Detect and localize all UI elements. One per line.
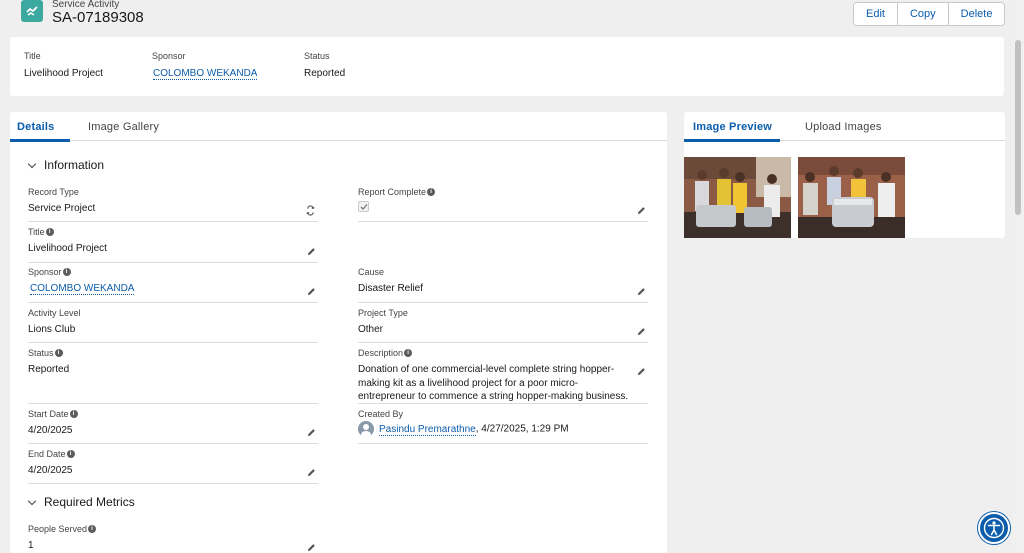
tab-image-preview[interactable]: Image Preview <box>693 121 772 133</box>
info-icon[interactable]: i <box>66 450 75 458</box>
record-actions: Edit Copy Delete <box>853 2 1006 26</box>
field-value: 4/20/2025 <box>28 465 73 476</box>
highlight-title: Title Livelihood Project <box>24 51 103 79</box>
pencil-icon[interactable] <box>307 247 316 256</box>
field-end-date: End Date i 4/20/2025 <box>28 449 318 484</box>
field-people-served: People Served i 1 <box>28 524 318 553</box>
info-icon[interactable]: i <box>62 268 71 276</box>
details-card: Details Image Gallery Information Record… <box>10 112 667 553</box>
info-icon[interactable]: i <box>88 525 97 533</box>
pencil-icon[interactable] <box>637 287 646 296</box>
field-cause: Cause Disaster Relief <box>358 267 648 303</box>
field-title: Title i Livelihood Project <box>28 227 318 263</box>
field-project-type: Project Type Other <box>358 308 648 343</box>
field-sponsor: Sponsor i COLOMBO WEKANDA <box>28 267 318 303</box>
highlight-value: Livelihood Project <box>24 68 103 79</box>
gallery-image[interactable] <box>798 157 905 238</box>
checkbox-icon <box>360 203 367 210</box>
field-value: Pasindu Premarathne, 4/27/2025, 1:29 PM <box>358 421 569 437</box>
highlight-label: Sponsor <box>152 51 186 61</box>
info-icon[interactable]: i <box>45 228 54 236</box>
chevron-down-icon <box>27 496 37 505</box>
field-created-by: Created By Pasindu Premarathne, 4/27/202… <box>358 409 648 444</box>
field-label: Activity Level <box>28 308 81 318</box>
change-record-type-icon[interactable] <box>305 205 316 216</box>
sponsor-link[interactable]: COLOMBO WEKANDA <box>30 283 135 295</box>
pencil-icon[interactable] <box>307 468 316 477</box>
field-value: Other <box>358 324 384 335</box>
pencil-icon[interactable] <box>307 543 316 552</box>
field-value: Reported <box>28 364 70 375</box>
field-label: Sponsor i <box>28 267 71 277</box>
field-activity-level: Activity Level Lions Club <box>28 308 318 343</box>
pencil-icon[interactable] <box>637 327 646 336</box>
accessibility-icon <box>983 517 1005 539</box>
field-label: Cause <box>358 267 385 277</box>
field-value: 4/20/2025 <box>28 425 73 436</box>
field-value: Disaster Relief <box>358 283 424 294</box>
info-icon[interactable]: i <box>404 349 413 357</box>
field-value: 1 <box>28 540 34 551</box>
detail-tabs: Details Image Gallery <box>10 112 667 142</box>
record-name: SA-07189308 <box>52 9 144 26</box>
gallery-image[interactable] <box>684 157 791 238</box>
field-description: Description i Donation of one commercial-… <box>358 348 648 404</box>
highlight-label: Status <box>304 51 330 61</box>
highlight-label: Title <box>24 51 41 61</box>
field-value: Donation of one commercial-level complet… <box>358 364 629 402</box>
scrollbar-thumb[interactable] <box>1015 40 1021 215</box>
highlights-panel: Title Livelihood Project Sponsor COLOMBO… <box>10 37 1004 96</box>
field-label: People Served i <box>28 524 97 534</box>
field-status: Status i Reported <box>28 348 318 404</box>
created-by-user-link[interactable]: Pasindu Premarathne <box>379 423 476 436</box>
field-label: Status i <box>28 348 63 358</box>
report-complete-checkbox <box>358 201 369 212</box>
field-record-type: Record Type Service Project <box>28 187 318 222</box>
info-icon[interactable]: i <box>427 188 436 196</box>
avatar-icon <box>358 421 374 437</box>
pencil-icon[interactable] <box>637 367 646 376</box>
highlight-sponsor: Sponsor COLOMBO WEKANDA <box>152 51 258 80</box>
field-label: Title i <box>28 227 54 237</box>
field-value: Lions Club <box>28 324 76 335</box>
section-title: Information <box>44 158 105 172</box>
field-label: Start Date i <box>28 409 78 419</box>
info-icon[interactable]: i <box>69 410 78 418</box>
highlight-status: Status Reported <box>304 51 345 79</box>
field-report-complete: Report Complete i <box>358 187 648 222</box>
field-label: Report Complete i <box>358 187 436 197</box>
section-title: Required Metrics <box>44 495 135 509</box>
field-label: Created By <box>358 409 404 419</box>
section-required-metrics[interactable]: Required Metrics <box>26 495 135 509</box>
tab-upload-images[interactable]: Upload Images <box>805 121 882 133</box>
pencil-icon[interactable] <box>307 428 316 437</box>
tab-image-gallery[interactable]: Image Gallery <box>88 121 159 133</box>
tab-details[interactable]: Details <box>17 121 54 133</box>
field-label: Description i <box>358 348 413 358</box>
section-information[interactable]: Information <box>26 158 104 172</box>
chevron-down-icon <box>27 159 37 168</box>
highlight-value: Reported <box>304 68 346 79</box>
page-header: Service Activity SA-07189308 Edit Copy D… <box>0 0 1012 30</box>
sponsor-link[interactable]: COLOMBO WEKANDA <box>153 68 258 80</box>
gallery-tabs: Image Preview Upload Images <box>684 112 1005 142</box>
active-tab-indicator <box>10 139 70 142</box>
field-label: Project Type <box>358 308 408 318</box>
copy-button[interactable]: Copy <box>896 3 948 25</box>
service-activity-icon <box>21 0 43 22</box>
edit-button[interactable]: Edit <box>854 3 897 25</box>
field-label: End Date i <box>28 449 75 459</box>
active-tab-indicator <box>684 139 780 142</box>
pencil-icon[interactable] <box>637 206 646 215</box>
field-label: Record Type <box>28 187 79 197</box>
delete-button[interactable]: Delete <box>947 3 1005 25</box>
field-start-date: Start Date i 4/20/2025 <box>28 409 318 444</box>
created-date: , 4/27/2025, 1:29 PM <box>475 423 569 435</box>
field-value: Service Project <box>28 203 96 214</box>
info-icon[interactable]: i <box>54 349 63 357</box>
accessibility-button[interactable] <box>978 512 1010 544</box>
field-value: Livelihood Project <box>28 243 107 254</box>
pencil-icon[interactable] <box>307 287 316 296</box>
